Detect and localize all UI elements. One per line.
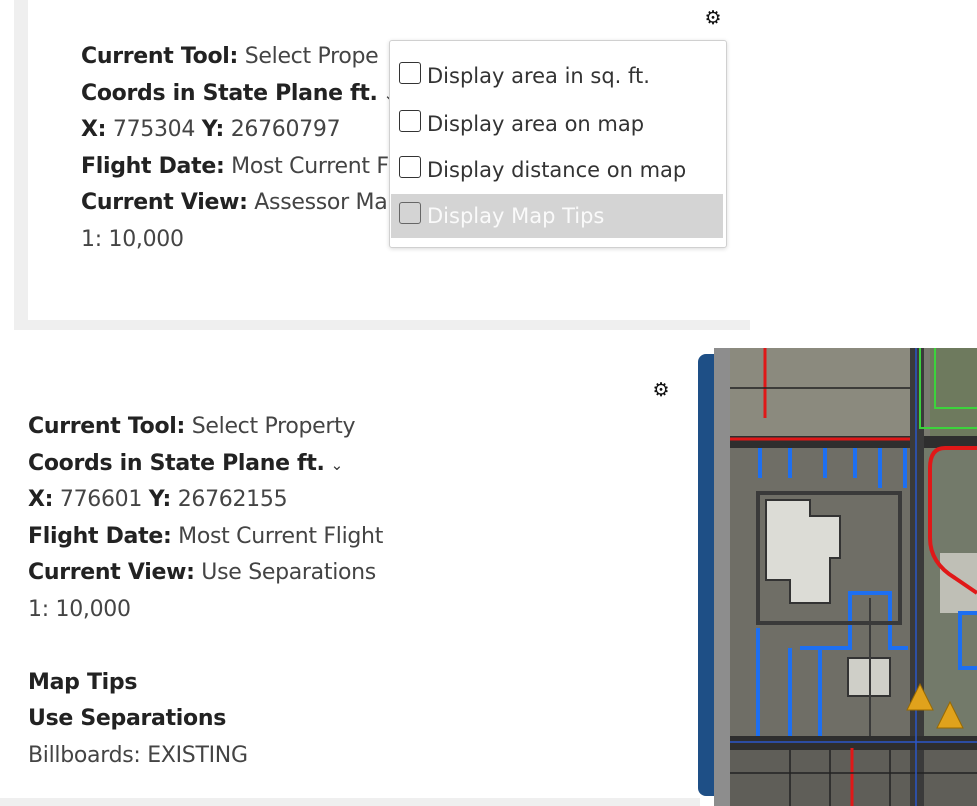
menu-item-label[interactable]: Display area on map	[427, 112, 644, 136]
flight-date-label: Flight Date:	[28, 523, 172, 549]
current-view-row: Current View: Use Separations	[28, 555, 383, 592]
checkbox[interactable]	[399, 156, 421, 178]
x-value: 775304	[112, 117, 196, 142]
y-value: 26760797	[230, 117, 341, 142]
flight-date-value: Most Current F	[231, 153, 389, 179]
options-dropdown-menu: Display area in sq. ft. Display area on …	[389, 40, 727, 248]
menu-item-area-on-map[interactable]: Display area on map	[391, 102, 723, 146]
map-view[interactable]	[730, 348, 977, 806]
menu-item-area-sqft[interactable]: Display area in sq. ft.	[391, 54, 723, 98]
current-tool-row: Current Tool: Select Property	[28, 409, 383, 446]
coords-label[interactable]: Coords in State Plane ft.	[28, 451, 325, 476]
current-view-value: Use Separations	[201, 560, 376, 585]
panel-shadow	[14, 320, 750, 330]
y-value: 26762155	[177, 487, 288, 512]
map-tips-field-label: Billboards:	[28, 742, 141, 768]
current-tool-value: Select Property	[191, 414, 356, 439]
map-tips-layer-text: Use Separations	[28, 706, 227, 731]
gear-icon[interactable]: ⚙	[651, 380, 671, 400]
coords-selector[interactable]: Coords in State Plane ft.⌄	[81, 76, 396, 113]
map-tips-attribute: Billboards: EXISTING	[28, 738, 383, 775]
current-view-row: Current View: Assessor Ma	[81, 185, 396, 222]
map-tips-field-value: EXISTING	[147, 742, 248, 768]
coords-readout: X: 776601 Y: 26762155	[28, 482, 383, 519]
map-info-panel-top: ⚙ Current Tool: Select Prope Coords in S…	[0, 0, 750, 330]
menu-item-label[interactable]: Display area in sq. ft.	[427, 64, 650, 88]
chevron-down-icon[interactable]: ⌄	[331, 456, 344, 474]
map-info-panel-bottom: ⚙ Current Tool: Select Property Coords i…	[0, 348, 977, 806]
current-tool-value: Select Prope	[244, 44, 379, 69]
map-imagery[interactable]	[730, 348, 977, 806]
flight-date-row: Flight Date: Most Current F	[81, 149, 396, 186]
menu-item-map-tips[interactable]: Display Map Tips	[391, 194, 723, 238]
checkbox[interactable]	[399, 110, 421, 132]
current-view-value: Assessor Ma	[254, 190, 388, 215]
current-tool-label: Current Tool:	[28, 414, 186, 439]
panel-shadow	[14, 0, 28, 322]
info-block: Current Tool: Select Property Coords in …	[28, 409, 383, 774]
x-label: X:	[28, 487, 54, 512]
panel-splitter[interactable]	[714, 348, 730, 806]
checkbox[interactable]	[399, 62, 421, 84]
menu-item-label[interactable]: Display distance on map	[427, 158, 686, 182]
current-view-label: Current View:	[28, 560, 195, 585]
checkbox[interactable]	[399, 202, 421, 224]
coords-label[interactable]: Coords in State Plane ft.	[81, 81, 378, 106]
info-block: Current Tool: Select Prope Coords in Sta…	[81, 39, 396, 258]
flight-date-value: Most Current Flight	[178, 523, 384, 549]
menu-item-label[interactable]: Display Map Tips	[427, 204, 604, 228]
coords-readout: X: 775304 Y: 26760797	[81, 112, 396, 149]
y-label: Y:	[148, 487, 172, 512]
map-tips-heading-text: Map Tips	[28, 669, 138, 695]
flight-date-row: Flight Date: Most Current Flight	[28, 519, 383, 556]
scale-readout: 1: 10,000	[81, 226, 184, 252]
x-label: X:	[81, 117, 107, 142]
flight-date-label: Flight Date:	[81, 153, 225, 179]
coords-selector[interactable]: Coords in State Plane ft. ⌄	[28, 446, 383, 483]
current-tool-label: Current Tool:	[81, 44, 239, 69]
gear-icon[interactable]: ⚙	[703, 8, 723, 28]
map-tips-layer: Use Separations	[28, 701, 383, 738]
current-tool-row: Current Tool: Select Prope	[81, 39, 396, 76]
current-view-label: Current View:	[81, 190, 248, 215]
panel-shadow	[0, 798, 700, 806]
map-tips-heading: Map Tips	[28, 665, 383, 702]
y-label: Y:	[201, 117, 225, 142]
x-value: 776601	[59, 487, 143, 512]
menu-item-distance-on-map[interactable]: Display distance on map	[391, 148, 723, 192]
scale-readout: 1: 10,000	[28, 596, 131, 622]
panel-collapse-handle[interactable]	[698, 354, 714, 796]
